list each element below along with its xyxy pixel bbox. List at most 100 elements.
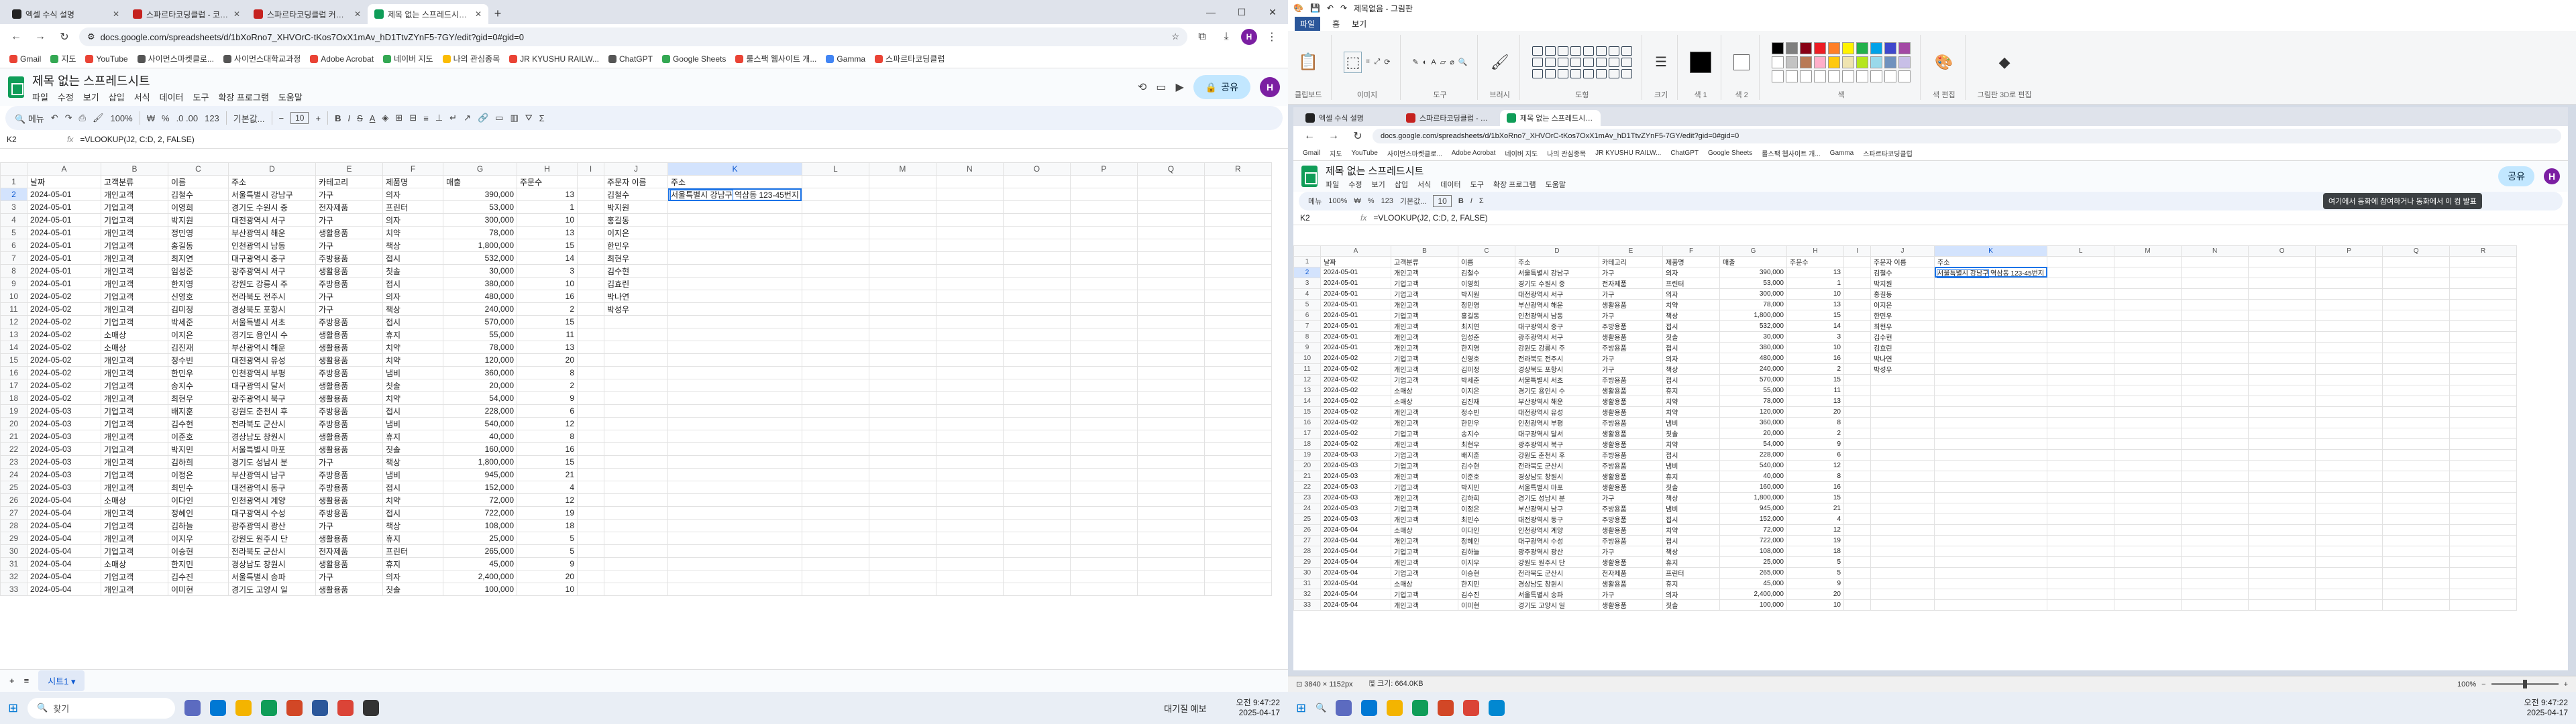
grid-cell[interactable]: 박성우: [1870, 363, 1935, 375]
grid-cell[interactable]: 이영희: [168, 200, 229, 214]
grid-cell[interactable]: 2024-05-02: [27, 290, 101, 303]
grid-cell[interactable]: 가구: [315, 213, 383, 227]
grid-cell[interactable]: 2024-05-01: [27, 188, 101, 201]
grid-cell[interactable]: [1069, 519, 1138, 532]
grid-cell[interactable]: [2315, 545, 2383, 557]
grid-cell[interactable]: 박세준: [1458, 373, 1515, 385]
grid-cell[interactable]: 기업고객: [101, 519, 168, 532]
grid-corner[interactable]: [0, 162, 28, 176]
grid-cell[interactable]: [801, 341, 869, 354]
grid-cell[interactable]: [2315, 266, 2383, 278]
grid-cell[interactable]: [2047, 298, 2115, 310]
column-header[interactable]: F: [382, 162, 443, 176]
grid-cell[interactable]: 2024-05-03: [27, 430, 101, 443]
grid-cell[interactable]: 78,000: [443, 341, 517, 354]
grid-cell[interactable]: 한지민: [1458, 577, 1515, 589]
grid-cell[interactable]: 치약: [382, 226, 443, 239]
grid-cell[interactable]: [2449, 352, 2518, 364]
grid-cell[interactable]: [1933, 352, 2048, 364]
color-swatch[interactable]: [1884, 70, 1897, 82]
grid-cell[interactable]: [604, 417, 668, 430]
grid-cell[interactable]: 390,000: [443, 188, 517, 201]
grid-cell[interactable]: 152,000: [1719, 513, 1787, 525]
grid-cell[interactable]: 12: [1786, 459, 1844, 471]
grid-cell[interactable]: 김하늘: [1458, 545, 1515, 557]
grid-cell[interactable]: [1002, 532, 1071, 545]
grid-cell[interactable]: [1203, 391, 1272, 405]
grid-cell[interactable]: [2315, 502, 2383, 514]
grid-cell[interactable]: 생활용품: [1599, 395, 1663, 407]
grid-cell[interactable]: 2024-05-02: [1320, 406, 1391, 418]
grid-cell[interactable]: 칫솔: [1662, 427, 1720, 439]
grid-cell[interactable]: [1136, 315, 1205, 328]
column-header[interactable]: L: [801, 162, 869, 176]
grid-cell[interactable]: [1870, 524, 1935, 536]
grid-cell[interactable]: [1203, 455, 1272, 469]
grid-cell[interactable]: [2315, 438, 2383, 450]
grid-cell[interactable]: 16: [1786, 352, 1844, 364]
grid-cell[interactable]: [1136, 302, 1205, 316]
grid-cell[interactable]: 주방용품: [315, 404, 383, 418]
grid-cell[interactable]: [1933, 534, 2048, 546]
grid-cell[interactable]: [1002, 391, 1071, 405]
grid-cell[interactable]: [2114, 438, 2182, 450]
column-header[interactable]: P: [2315, 245, 2383, 257]
tab-spartacoding-community[interactable]: 스파르타코딩클럽 커뮤니티 |✕: [247, 4, 368, 24]
grid-cell[interactable]: [2181, 416, 2249, 428]
color-swatch[interactable]: [1814, 70, 1827, 82]
grid-cell[interactable]: [868, 583, 936, 596]
grid-cell[interactable]: [1933, 577, 2048, 589]
grid-cell[interactable]: [1843, 588, 1871, 600]
grid-cell[interactable]: 광주광역시 북구: [1515, 438, 1599, 450]
grid-cell[interactable]: 540,000: [443, 417, 517, 430]
grid-cell[interactable]: 주방용품: [315, 366, 383, 379]
grid-cell[interactable]: [1136, 570, 1205, 583]
row-header[interactable]: 32: [1293, 588, 1321, 600]
zoom-thumb[interactable]: [2522, 680, 2527, 688]
fill-color-icon[interactable]: ◈: [382, 113, 388, 123]
grid-cell[interactable]: 2024-05-04: [1320, 534, 1391, 546]
row-header[interactable]: 31: [0, 557, 28, 570]
grid-cell[interactable]: 300,000: [443, 213, 517, 227]
shape-icon[interactable]: [1544, 68, 1556, 78]
maximize-icon[interactable]: ☐: [1226, 0, 1257, 24]
grid-cell[interactable]: [801, 175, 869, 188]
bookmark-star-icon[interactable]: ☆: [1171, 32, 1179, 42]
grid-cell[interactable]: 가구: [315, 188, 383, 201]
grid-cell[interactable]: 1,800,000: [443, 455, 517, 469]
column-header[interactable]: J: [1870, 245, 1935, 257]
row-header[interactable]: 31: [1293, 577, 1321, 589]
grid-cell[interactable]: 108,000: [443, 519, 517, 532]
grid-cell[interactable]: 10: [517, 213, 578, 227]
grid-cell[interactable]: 240,000: [443, 302, 517, 316]
grid-cell[interactable]: [577, 226, 604, 239]
undo-icon[interactable]: ↶: [51, 113, 58, 123]
grid-cell[interactable]: [2181, 266, 2249, 278]
font-size-input[interactable]: 10: [290, 112, 309, 124]
grid-cell[interactable]: 기업고객: [101, 404, 168, 418]
grid-cell[interactable]: [2449, 588, 2518, 600]
grid-cell[interactable]: [2047, 406, 2115, 418]
grid-cell[interactable]: [2315, 556, 2383, 568]
row-header[interactable]: 7: [0, 251, 28, 265]
grid-cell[interactable]: 2024-05-01: [1320, 266, 1391, 278]
grid-cell[interactable]: [935, 532, 1004, 545]
picker-icon[interactable]: ⌀: [1450, 58, 1454, 66]
grid-cell[interactable]: 기업고객: [101, 468, 168, 481]
grid-cell[interactable]: 강원도 춘천시 후: [228, 404, 316, 418]
grid-cell[interactable]: [1136, 188, 1205, 201]
row-header[interactable]: 28: [1293, 545, 1321, 557]
grid-cell[interactable]: 개인고객: [101, 264, 168, 278]
grid-cell[interactable]: [1002, 188, 1071, 201]
row-header[interactable]: 21: [0, 430, 28, 443]
close-window-icon[interactable]: ✕: [1257, 0, 1288, 24]
grid-cell[interactable]: 칫솔: [382, 442, 443, 456]
grid-cell[interactable]: 2024-05-02: [27, 391, 101, 405]
grid-cell[interactable]: 가구: [1599, 545, 1663, 557]
grid-cell[interactable]: 치약: [382, 391, 443, 405]
shape-icon[interactable]: [1544, 57, 1556, 67]
grid-cell[interactable]: [801, 264, 869, 278]
grid-cell[interactable]: [2047, 309, 2115, 321]
grid-cell[interactable]: 접시: [1662, 448, 1720, 461]
grid-cell[interactable]: [1933, 341, 2048, 353]
